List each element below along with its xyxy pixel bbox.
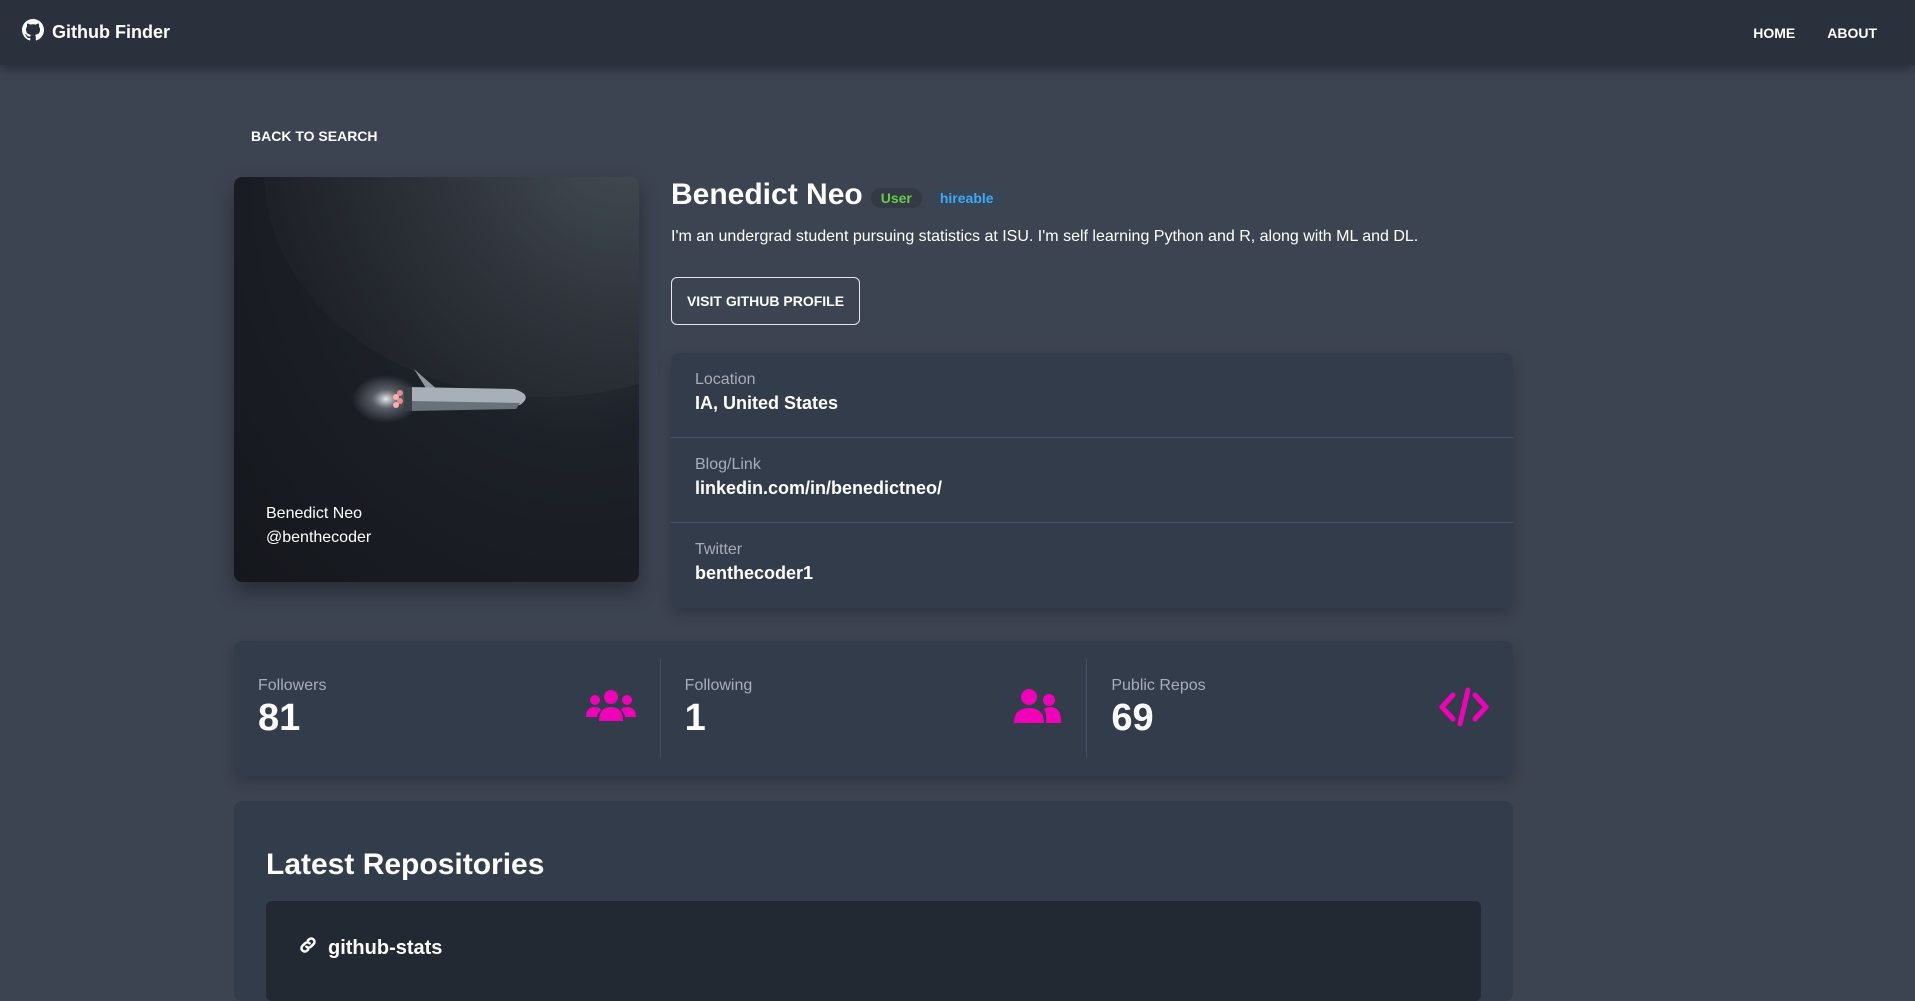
- avatar-card: Benedict Neo @benthecoder: [234, 177, 639, 582]
- info-row-blog: Blog/Link linkedin.com/in/benedictneo/: [671, 438, 1513, 523]
- brand-title: Github Finder: [52, 22, 170, 42]
- back-to-search-button[interactable]: BACK TO SEARCH: [235, 120, 394, 152]
- stat-followers: Followers 81: [234, 659, 661, 758]
- stats-box: Followers 81 Following 1 Public Repos 69: [234, 641, 1513, 776]
- info-value: IA, United States: [695, 393, 839, 413]
- info-title: Twitter: [695, 541, 743, 558]
- user-type-badge: User: [870, 188, 922, 208]
- brand[interactable]: Github Finder: [22, 19, 170, 46]
- avatar-caption: Benedict Neo @benthecoder: [266, 502, 371, 550]
- twitter-link[interactable]: benthecoder1: [695, 563, 1489, 584]
- user-name: Benedict Neo: [671, 178, 863, 211]
- rocket-ship-graphic: [352, 369, 526, 423]
- stat-public-repos: Public Repos 69: [1087, 659, 1513, 758]
- info-stats-box: Location IA, United States Blog/Link lin…: [671, 353, 1513, 608]
- stat-following: Following 1: [661, 659, 1088, 758]
- link-icon: [298, 935, 318, 961]
- latest-repos-section: Latest Repositories github-stats: [234, 801, 1513, 1001]
- stat-value: 81: [258, 697, 301, 739]
- repo-name[interactable]: github-stats: [328, 937, 442, 960]
- stat-title: Followers: [258, 677, 327, 694]
- navbar: Github Finder HOME ABOUT: [0, 0, 1915, 65]
- info-row-twitter: Twitter benthecoder1: [671, 523, 1513, 608]
- repos-heading: Latest Repositories: [266, 848, 545, 881]
- name-row: Benedict Neo User hireable: [671, 178, 1513, 212]
- avatar-name: Benedict Neo: [266, 505, 363, 522]
- blog-link[interactable]: linkedin.com/in/benedictneo/: [695, 478, 1489, 499]
- stat-value: 69: [1111, 697, 1154, 739]
- users-icon: [585, 687, 636, 732]
- info-title: Location: [695, 371, 756, 388]
- stat-value: 1: [684, 697, 706, 739]
- profile-header: Benedict Neo User hireable I'm an underg…: [671, 178, 1513, 246]
- avatar-login: @benthecoder: [266, 529, 372, 546]
- nav-about-link[interactable]: ABOUT: [1811, 15, 1893, 51]
- info-row-location: Location IA, United States: [671, 353, 1513, 438]
- visit-github-profile-button[interactable]: VISIT GITHUB PROFILE: [671, 277, 860, 325]
- nav-links: HOME ABOUT: [1737, 15, 1893, 51]
- info-title: Blog/Link: [695, 456, 761, 473]
- nav-home-link[interactable]: HOME: [1737, 15, 1811, 51]
- repo-name-row[interactable]: github-stats: [298, 935, 442, 961]
- stat-title: Public Repos: [1111, 677, 1206, 694]
- repo-item[interactable]: github-stats: [266, 901, 1481, 1001]
- user-friends-icon: [1012, 687, 1062, 732]
- stat-title: Following: [684, 677, 753, 694]
- github-icon: [22, 19, 44, 46]
- user-bio: I'm an undergrad student pursuing statis…: [671, 228, 1419, 245]
- hireable-badge: hireable: [929, 188, 1004, 208]
- code-icon: [1439, 687, 1489, 732]
